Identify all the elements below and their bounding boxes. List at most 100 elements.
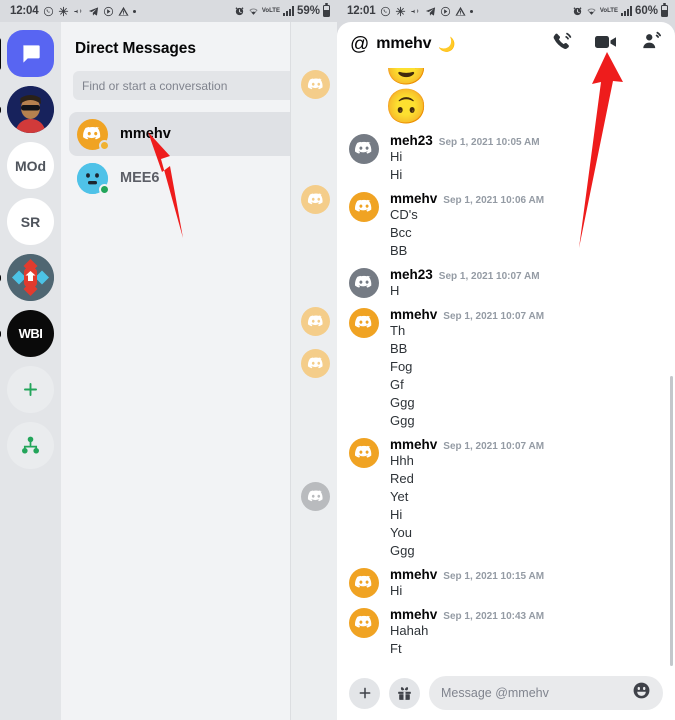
message-line: Hi <box>390 507 403 522</box>
chat-title[interactable]: mmehv <box>376 35 431 53</box>
sidebar-item-server-wbi[interactable]: WBI <box>0 310 54 357</box>
avatar[interactable] <box>349 608 379 638</box>
battery-icon <box>661 3 668 17</box>
volte-icon: VoLTE <box>261 8 280 14</box>
direct-messages-icon <box>7 30 54 77</box>
message-body: meh23 Sep 1, 2021 10:07 AM H <box>390 267 663 300</box>
warning-icon <box>118 6 129 17</box>
background-chat-peek <box>290 22 337 720</box>
message-timestamp: Sep 1, 2021 10:07 AM <box>443 441 545 452</box>
emoji-upside-down-icon: 🙃 <box>385 88 428 126</box>
message-body: mmehv Sep 1, 2021 10:06 AM CD's Bcc BB <box>390 191 663 260</box>
voice-call-icon[interactable] <box>551 31 572 57</box>
status-badge <box>99 139 110 151</box>
dual-phone-screenshot: 12:04 VoLTE 59% MOd SR WBI Direct Messag… <box>0 0 675 720</box>
message-header: mmehv Sep 1, 2021 10:15 AM <box>390 567 663 582</box>
list-item-label: mmehv <box>120 126 171 142</box>
sidebar-item-server-mod[interactable]: MOd <box>7 142 54 189</box>
peek-avatar <box>301 307 330 336</box>
message-author[interactable]: mmehv <box>390 307 437 322</box>
discord-app-left: MOd SR WBI Direct Messages Find or start… <box>0 22 337 720</box>
emoji-icon[interactable] <box>632 681 651 705</box>
message-composer: Message @mmehv <box>337 666 675 720</box>
message-input[interactable]: Message @mmehv <box>429 676 663 710</box>
message-line: CD's <box>390 207 418 222</box>
video-call-icon[interactable] <box>594 32 618 57</box>
whatsapp-icon <box>43 6 54 17</box>
avatar[interactable] <box>349 438 379 468</box>
avatar[interactable] <box>349 268 379 298</box>
add-friend-icon[interactable] <box>640 31 662 57</box>
gift-icon[interactable] <box>389 677 420 709</box>
avatar[interactable] <box>349 192 379 222</box>
plus-icon <box>7 366 54 413</box>
telegram-icon <box>88 6 99 17</box>
sidebar-item-server-avatar[interactable] <box>0 86 54 133</box>
status-time: 12:01 <box>347 5 376 17</box>
sidebar-item-server-sr[interactable]: SR <box>7 198 54 245</box>
peek-avatar <box>301 349 330 378</box>
message-author[interactable]: meh23 <box>390 133 433 148</box>
emoji-partial-icon: 😉 <box>385 68 428 87</box>
clock-circle-icon <box>440 6 451 17</box>
avatar[interactable] <box>349 134 379 164</box>
message-timestamp: Sep 1, 2021 10:06 AM <box>443 195 545 206</box>
asterisk-icon <box>58 6 69 17</box>
whatsapp-icon <box>380 6 391 17</box>
message-row: mmehv Sep 1, 2021 10:07 AM Hhh Red Yet H… <box>337 430 675 560</box>
message-author[interactable]: mmehv <box>390 607 437 622</box>
at-mention-icon: @ <box>350 33 370 55</box>
list-item-label: MEE6 <box>120 170 160 186</box>
signal-icon <box>620 6 632 16</box>
status-notification-icons <box>43 6 137 17</box>
message-line: Th <box>390 323 406 338</box>
chat-header: @ mmehv 🌙 <box>337 22 675 66</box>
notification-icon <box>73 6 84 17</box>
large-emoji-message: 😉 🙃 <box>337 66 675 126</box>
telegram-icon <box>425 6 436 17</box>
message-line: You <box>390 525 412 540</box>
peek-avatar <box>301 185 330 214</box>
message-header: mmehv Sep 1, 2021 10:06 AM <box>390 191 663 206</box>
avatar[interactable] <box>349 308 379 338</box>
message-row: mmehv Sep 1, 2021 10:15 AM Hi <box>337 560 675 600</box>
sidebar-item-server-home[interactable] <box>0 254 54 301</box>
signal-icon <box>282 6 294 16</box>
message-timestamp: Sep 1, 2021 10:15 AM <box>443 571 545 582</box>
message-author[interactable]: mmehv <box>390 567 437 582</box>
battery-icon <box>323 3 330 17</box>
message-line: Yet <box>390 489 409 504</box>
scrollbar[interactable] <box>670 376 673 666</box>
message-line: Hi <box>390 167 403 182</box>
right-phone: 12:01 VoLTE 60% @ mmehv 🌙 😉 🙃 meh23 Sep … <box>337 0 675 720</box>
selected-pill <box>0 37 1 70</box>
message-list[interactable]: 😉 🙃 meh23 Sep 1, 2021 10:05 AM Hi Hi mme… <box>337 66 675 666</box>
add-attachment-button[interactable] <box>349 677 380 709</box>
add-server-button[interactable] <box>7 366 54 413</box>
message-author[interactable]: mmehv <box>390 437 437 452</box>
message-body: mmehv Sep 1, 2021 10:07 AM Hhh Red Yet H… <box>390 437 663 560</box>
status-time: 12:04 <box>10 5 39 17</box>
message-header: mmehv Sep 1, 2021 10:07 AM <box>390 307 663 322</box>
wifi-icon <box>248 6 259 17</box>
peek-avatar <box>301 482 330 511</box>
message-line: Gf <box>390 377 404 392</box>
server-home-icon <box>7 254 54 301</box>
sidebar-item-direct-messages[interactable] <box>0 30 54 77</box>
message-line: BB <box>390 243 408 258</box>
message-author[interactable]: mmehv <box>390 191 437 206</box>
status-system-icons: VoLTE 59% <box>234 3 330 17</box>
notification-icon <box>410 6 421 17</box>
search-placeholder: Find or start a conversation <box>82 78 228 93</box>
avatar <box>77 162 110 195</box>
message-body: mmehv Sep 1, 2021 10:43 AM Hahah Ft <box>390 607 663 658</box>
message-line: Ggg <box>390 395 415 410</box>
alarm-icon <box>234 6 245 17</box>
message-header: mmehv Sep 1, 2021 10:07 AM <box>390 437 663 452</box>
message-author[interactable]: meh23 <box>390 267 433 282</box>
message-line: Hi <box>390 583 403 598</box>
explore-servers-button[interactable] <box>7 422 54 469</box>
message-row: mmehv Sep 1, 2021 10:07 AM Th BB Fog Gf … <box>337 300 675 430</box>
search-input[interactable]: Find or start a conversation <box>73 71 325 100</box>
avatar[interactable] <box>349 568 379 598</box>
